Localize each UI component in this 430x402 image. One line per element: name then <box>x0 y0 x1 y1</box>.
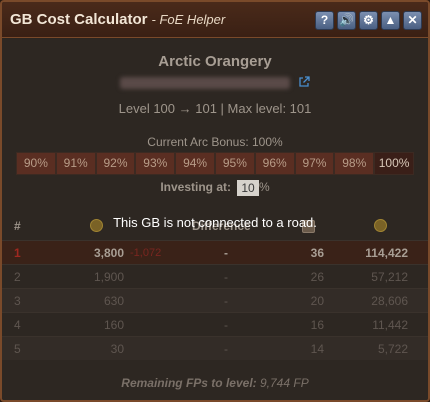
row-difference: - <box>224 342 228 356</box>
window-subtitle: - FoE Helper <box>151 12 226 27</box>
table-row: 2 1,900 - 26 57,212 <box>2 264 428 288</box>
row-difference: - <box>224 246 228 260</box>
arc-bonus-93[interactable]: 93% <box>135 152 176 175</box>
road-warning-notice: This GB is not connected to a road. <box>113 215 317 230</box>
title-bar[interactable]: GB Cost Calculator - FoE Helper ? 🔊 ⚙ ▲ ✕ <box>2 2 428 38</box>
table-row: 3 630 - 20 28,606 <box>2 288 428 312</box>
arc-bonus-100[interactable]: 100% <box>374 152 414 175</box>
row-rank-value: 26 <box>310 270 324 284</box>
gb-cost-calculator-window: GB Cost Calculator - FoE Helper ? 🔊 ⚙ ▲ ✕… <box>0 0 430 402</box>
row-total: 57,212 <box>371 270 408 284</box>
window-title: GB Cost Calculator - FoE Helper <box>10 11 225 28</box>
row-rank-number: 4 <box>14 318 21 332</box>
settings-button[interactable]: ⚙ <box>359 11 378 30</box>
arc-bonus-92[interactable]: 92% <box>95 152 136 175</box>
row-loss: -1,072 <box>130 247 162 259</box>
level-line: Level 100 → 101 | Max level: 101 <box>118 101 312 116</box>
window-title-text: GB Cost Calculator <box>10 11 148 28</box>
row-cost: 160 <box>103 318 124 332</box>
row-rank-number: 1 <box>14 246 21 260</box>
title-bar-buttons: ? 🔊 ⚙ ▲ ✕ <box>315 11 422 30</box>
arc-bonus-98[interactable]: 98% <box>334 152 375 175</box>
row-total: 5,722 <box>377 342 408 356</box>
remaining-fp-footer: Remaining FPs to level: 9,744 FP <box>2 376 428 390</box>
remaining-fp-value: 9,744 FP <box>260 376 309 390</box>
table-row: 4 160 - 16 11,442 <box>2 312 428 336</box>
sound-button[interactable]: 🔊 <box>337 11 356 30</box>
remaining-fp-label: Remaining FPs to level: <box>121 376 257 390</box>
row-rank-value: 20 <box>310 294 324 308</box>
row-cost: 630 <box>103 294 124 308</box>
arc-bonus-91[interactable]: 91% <box>55 152 96 175</box>
row-rank-number: 3 <box>14 294 21 308</box>
table-row: 1 3,800 -1,072 - 36 114,422 <box>2 240 428 264</box>
investing-input[interactable]: 10 <box>237 180 259 196</box>
arc-bonus-97[interactable]: 97% <box>294 152 335 175</box>
arc-bonus-96[interactable]: 96% <box>254 152 295 175</box>
row-rank-value: 16 <box>310 318 324 332</box>
row-total: 11,442 <box>372 318 408 332</box>
arc-bonus-90[interactable]: 90% <box>16 152 56 175</box>
arc-bonus-95[interactable]: 95% <box>214 152 255 175</box>
gb-owner-row <box>2 73 428 89</box>
row-difference: - <box>224 270 228 284</box>
external-link-icon[interactable] <box>298 76 310 88</box>
gb-owner-blurred <box>119 76 290 89</box>
gb-name: Arctic Orangery <box>158 53 272 70</box>
row-rank-number: 2 <box>14 270 21 284</box>
row-rank-value: 14 <box>310 342 324 356</box>
row-difference: - <box>224 294 228 308</box>
row-cost: 3,800 <box>93 246 124 260</box>
help-button[interactable]: ? <box>315 11 334 30</box>
row-cost: 30 <box>110 342 124 356</box>
row-difference: - <box>224 318 228 332</box>
close-button[interactable]: ✕ <box>403 11 422 30</box>
row-total: 28,606 <box>371 294 408 308</box>
row-cost: 1,900 <box>93 270 124 284</box>
row-rank-number: 5 <box>14 342 21 356</box>
arc-bonus-94[interactable]: 94% <box>175 152 215 175</box>
table-row: 5 30 - 14 5,722 <box>2 336 428 360</box>
investing-row: Investing at: 10% <box>2 180 428 196</box>
arc-bonus-options: 90% 91% 92% 93% 94% 95% 96% 97% 98% 100% <box>16 152 414 175</box>
row-total: 114,422 <box>365 246 408 260</box>
arc-bonus-title: Current Arc Bonus: 100% <box>147 135 283 149</box>
investing-label: Investing at: <box>160 180 231 195</box>
minimize-button[interactable]: ▲ <box>381 11 400 30</box>
row-rank-value: 36 <box>310 246 324 260</box>
calculator-content: Arctic Orangery Level 100 → 101 | Max le… <box>2 39 428 400</box>
investing-unit: % <box>259 180 270 195</box>
